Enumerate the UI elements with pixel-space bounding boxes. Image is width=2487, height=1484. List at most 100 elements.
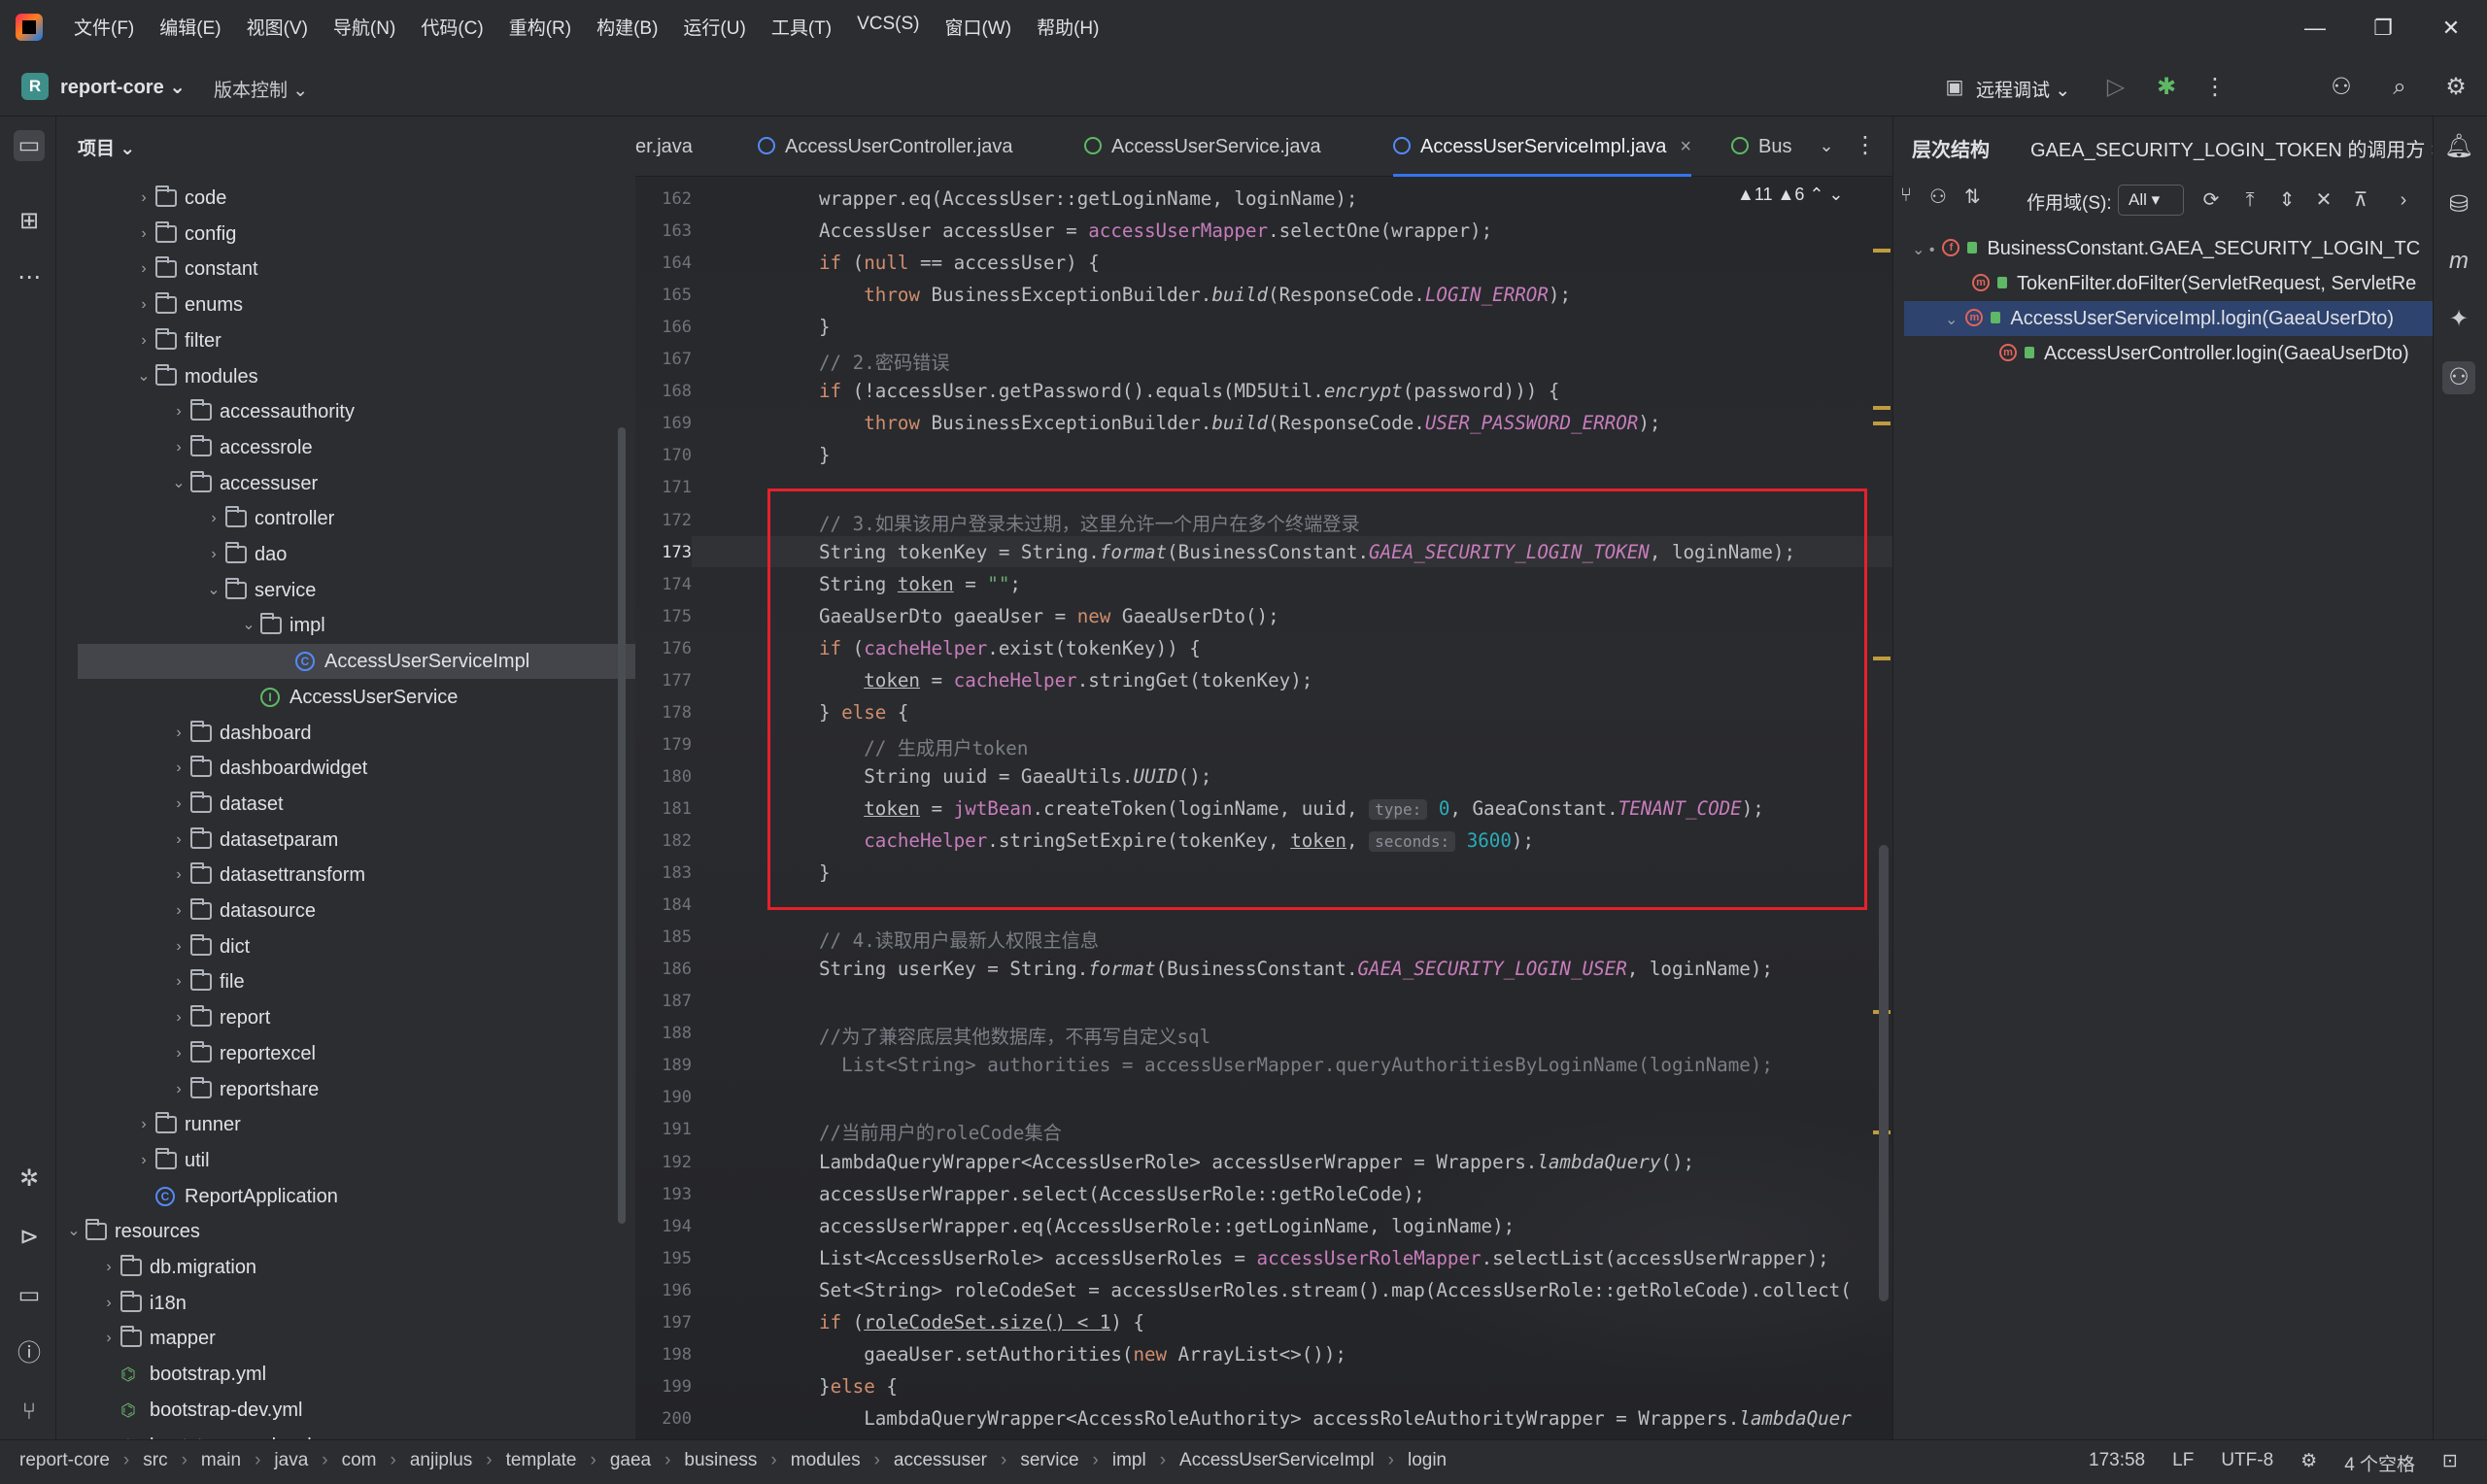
breadcrumb-item[interactable]: main xyxy=(201,1450,241,1471)
tree-folder[interactable]: › controller xyxy=(56,501,635,536)
tree-folder[interactable]: › datasource xyxy=(56,894,635,928)
git-branch-icon[interactable]: ⑂ xyxy=(14,1397,45,1428)
tree-folder[interactable]: › db.migration xyxy=(56,1250,635,1285)
debug-tool-icon[interactable]: ✲ xyxy=(14,1164,45,1195)
editor-tab[interactable]: er.java xyxy=(635,117,693,177)
tree-file[interactable]: C AccessUserServiceImpl xyxy=(78,644,670,680)
chevron-right-icon[interactable]: › xyxy=(134,1107,153,1142)
caller-hierarchy-icon[interactable]: ⑂ xyxy=(1900,185,1912,209)
project-badge[interactable]: R xyxy=(21,73,49,100)
code-line[interactable]: }else { xyxy=(819,1375,898,1398)
tree-folder[interactable]: ⌄ resources xyxy=(56,1214,635,1249)
debug-icon[interactable]: ✱ xyxy=(2151,72,2182,103)
tree-folder[interactable]: › dao xyxy=(56,537,635,572)
problems-icon[interactable]: ⓘ xyxy=(14,1338,45,1369)
structure-icon[interactable]: ⊞ xyxy=(14,206,45,237)
chevron-down-icon[interactable]: ⌄ xyxy=(169,466,188,501)
breadcrumb-item[interactable]: src xyxy=(143,1450,167,1471)
code-line[interactable]: } xyxy=(819,316,831,338)
tree-folder[interactable]: ⌄ accessuser xyxy=(56,466,635,501)
expand-all-icon[interactable]: ⇕ xyxy=(2271,185,2302,216)
tree-folder[interactable]: › enums xyxy=(56,287,635,322)
code-line[interactable]: AccessUser accessUser = accessUserMapper… xyxy=(819,219,1492,242)
settings-gear-icon[interactable]: ⚙ xyxy=(2440,72,2471,103)
run-icon[interactable]: ▷ xyxy=(2100,72,2131,103)
menu-item[interactable]: 运行(U) xyxy=(683,14,745,40)
tree-folder[interactable]: ⌄ impl xyxy=(56,608,635,643)
ai-assistant-icon[interactable]: ✦ xyxy=(2442,303,2475,336)
pin-icon[interactable]: ⊼ xyxy=(2345,185,2376,216)
terminal-icon[interactable]: ▭ xyxy=(14,1280,45,1311)
menu-item[interactable]: VCS(S) xyxy=(857,14,919,40)
scope-select[interactable]: All ▾ xyxy=(2118,185,2184,216)
more-tools-icon[interactable]: ⋯ xyxy=(14,262,45,293)
callee-hierarchy-icon[interactable]: ⚇ xyxy=(1929,185,1947,209)
menu-item[interactable]: 构建(B) xyxy=(596,14,658,40)
tree-folder[interactable]: › i18n xyxy=(56,1286,635,1321)
menu-item[interactable]: 帮助(H) xyxy=(1037,14,1099,40)
project-selector[interactable]: report-core ⌄ xyxy=(60,75,186,99)
chevron-down-icon[interactable]: ⌄ xyxy=(134,359,153,394)
chevron-right-icon[interactable]: › xyxy=(99,1286,119,1321)
restore-window-button[interactable]: ❐ xyxy=(2368,14,2398,43)
chevron-right-icon[interactable]: › xyxy=(99,1321,119,1356)
run-config-selector[interactable]: 远程调试 ⌄ xyxy=(1976,76,2070,102)
code-style-icon[interactable]: ⚙ xyxy=(2300,1450,2317,1476)
code-line[interactable]: // 2.密码错误 xyxy=(819,348,950,375)
scroll-marker[interactable] xyxy=(1873,249,1891,253)
code-line[interactable]: throw BusinessExceptionBuilder.build(Res… xyxy=(819,284,1571,306)
code-line[interactable]: } xyxy=(819,444,831,466)
tree-folder[interactable]: › util xyxy=(56,1143,635,1178)
chevron-right-icon[interactable]: › xyxy=(134,252,153,287)
editor-scrollbar[interactable] xyxy=(1879,845,1889,1301)
breadcrumb-item[interactable]: impl xyxy=(1112,1450,1146,1471)
breadcrumb-item[interactable]: report-core xyxy=(19,1450,110,1471)
breadcrumb-item[interactable]: login xyxy=(1408,1450,1447,1471)
tree-folder[interactable]: › runner xyxy=(56,1107,635,1142)
chevron-right-icon[interactable]: › xyxy=(99,1250,119,1285)
menu-item[interactable]: 工具(T) xyxy=(771,14,832,40)
code-line[interactable]: if (!accessUser.getPassword().equals(MD5… xyxy=(819,380,1559,402)
chevron-down-icon[interactable]: ⌄ xyxy=(1945,312,1958,328)
chevron-down-icon[interactable]: ⌄ xyxy=(239,608,258,643)
intellij-logo-icon[interactable] xyxy=(16,14,43,41)
tree-folder[interactable]: › dashboard xyxy=(56,716,635,751)
chevron-right-icon[interactable]: › xyxy=(169,1000,188,1035)
tree-folder[interactable]: › file xyxy=(56,964,635,999)
chevron-right-icon[interactable]: › xyxy=(169,1072,188,1107)
code-line[interactable]: accessUserWrapper.select(AccessUserRole:… xyxy=(819,1183,1425,1205)
breadcrumb-item[interactable]: gaea xyxy=(610,1450,651,1471)
chevron-down-icon[interactable]: ⌄ xyxy=(64,1214,84,1249)
tree-folder[interactable]: › accessrole xyxy=(56,430,635,465)
file-encoding[interactable]: UTF-8 xyxy=(2221,1450,2273,1476)
editor-tab[interactable]: AccessUserService.java xyxy=(1084,117,1321,177)
chevron-right-icon[interactable]: › xyxy=(169,894,188,928)
tree-file[interactable]: I AccessUserService xyxy=(56,680,635,715)
refresh-icon[interactable]: ⟳ xyxy=(2196,185,2227,216)
tree-file[interactable]: ⌬ bootstrap.yml xyxy=(56,1357,635,1392)
menu-item[interactable]: 视图(V) xyxy=(247,14,308,40)
editor-tab[interactable]: AccessUserController.java xyxy=(758,117,1013,177)
breadcrumb-item[interactable]: accessuser xyxy=(894,1450,987,1471)
tree-folder[interactable]: › datasetparam xyxy=(56,823,635,858)
chevron-right-icon[interactable]: › xyxy=(134,287,153,322)
inspection-widget[interactable]: ▲11 ▲6 ⌃ ⌄ xyxy=(1737,185,1844,205)
code-line[interactable]: if (roleCodeSet.size() < 1) { xyxy=(819,1311,1144,1333)
chevron-right-icon[interactable]: › xyxy=(169,823,188,858)
breadcrumb-item[interactable]: modules xyxy=(791,1450,861,1471)
chevron-right-icon[interactable]: › xyxy=(169,787,188,822)
close-tab-icon[interactable]: × xyxy=(1680,136,1691,157)
tree-folder[interactable]: › dataset xyxy=(56,787,635,822)
breadcrumb-item[interactable]: java xyxy=(274,1450,308,1471)
tree-folder[interactable]: › reportexcel xyxy=(56,1036,635,1071)
tree-file[interactable]: C ReportApplication xyxy=(56,1179,635,1214)
tree-folder[interactable]: › config xyxy=(56,217,635,252)
code-line[interactable]: // 4.读取用户最新人权限主信息 xyxy=(819,926,1099,953)
chevron-right-icon[interactable]: › xyxy=(169,858,188,893)
tree-folder[interactable]: › code xyxy=(56,181,635,216)
scroll-marker[interactable] xyxy=(1873,422,1891,425)
project-folder-icon[interactable]: ▭ xyxy=(14,130,45,161)
editor-tab[interactable]: AccessUserServiceImpl.java × xyxy=(1393,117,1692,177)
database-icon[interactable]: ⛁ xyxy=(2442,188,2475,221)
menu-item[interactable]: 编辑(E) xyxy=(159,14,221,40)
